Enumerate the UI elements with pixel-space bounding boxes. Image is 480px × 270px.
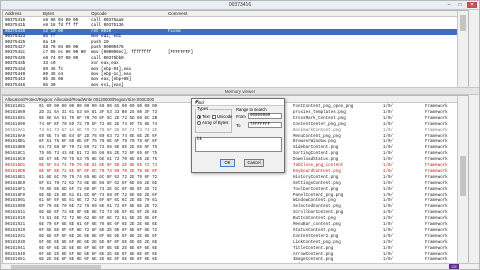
checkbox-icon[interactable]: [212, 114, 216, 119]
window-title: 00373416: [228, 2, 252, 8]
radio-icon[interactable]: [197, 120, 201, 125]
from-label: From: [236, 114, 246, 119]
to-label: To: [236, 123, 241, 128]
option-array-of-bytes[interactable]: Array of Bytes: [197, 120, 228, 125]
scrollbar-thumb[interactable]: [460, 156, 466, 196]
ok-button[interactable]: OK: [220, 159, 235, 167]
maximize-button[interactable]: □: [456, 2, 464, 8]
col-address[interactable]: Address: [5, 11, 22, 16]
dialog-title-bar: Find ✕: [192, 99, 284, 106]
title-bar: 00373416 – □ ✕: [1, 1, 479, 10]
disassembly-header: Address Bytes Opcode Comment: [3, 11, 468, 17]
memory-view-label: Memory viewer: [224, 89, 256, 94]
types-group-label: Types: [196, 106, 210, 111]
radio-icon[interactable]: [197, 114, 201, 119]
horizontal-scrollbar[interactable]: [11, 265, 101, 269]
main-window: 00373416 – □ ✕ Address Bytes Opcode Comm…: [0, 0, 480, 270]
close-button[interactable]: ✕: [467, 2, 477, 8]
to-field[interactable]: 7FFFFFFF: [248, 122, 282, 128]
dump-region-info: Allocation/Protect/Region: Allocated/Rea…: [5, 97, 154, 102]
memory-view-splitter[interactable]: Memory viewer: [1, 87, 479, 95]
col-opcode[interactable]: Opcode: [91, 11, 107, 16]
find-dialog: Find ✕ Types Text Unicode Array of Bytes…: [191, 98, 285, 173]
range-label: Range to search: [236, 107, 267, 112]
scrollbar-thumb[interactable]: [460, 15, 466, 31]
disassembly-panel[interactable]: Address Bytes Opcode Comment 00375416 e8 …: [2, 10, 469, 88]
disassembly-scrollbar[interactable]: [457, 11, 468, 87]
option-unicode[interactable]: Unicode: [212, 114, 232, 119]
status-badge: CE: [449, 264, 459, 269]
status-bar: CE: [1, 263, 479, 269]
dialog-close-icon[interactable]: ✕: [195, 99, 282, 105]
dump-scrollbar[interactable]: [457, 96, 468, 268]
cancel-button[interactable]: Cancel: [244, 159, 264, 167]
from-field[interactable]: 00000000: [248, 113, 282, 119]
minimize-button[interactable]: –: [445, 2, 453, 8]
col-bytes[interactable]: Bytes: [43, 11, 54, 16]
search-input[interactable]: hk: [195, 137, 282, 152]
col-comment[interactable]: Comment: [168, 11, 188, 16]
option-text[interactable]: Text: [197, 114, 210, 119]
